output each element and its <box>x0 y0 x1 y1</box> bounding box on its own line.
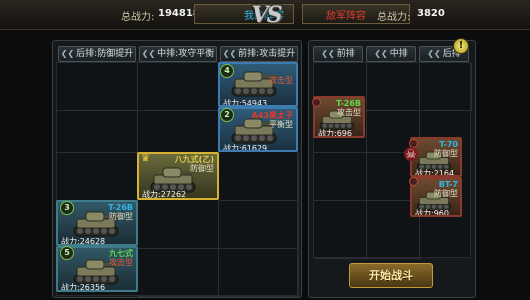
enemy-unit-power: 战力:2164 <box>415 169 455 177</box>
my-unit-power: 战力:24628 <box>61 237 106 246</box>
my-unit-role: 防御型 <box>190 164 214 173</box>
chevron-icon: ❮❮ <box>321 49 335 58</box>
my-unit-name: T-26B <box>108 203 133 212</box>
chevron-icon: ❮❮ <box>427 49 441 58</box>
crown-icon: ♛ <box>141 153 150 164</box>
enemy-marker-dot <box>312 98 321 107</box>
level-badge: 5 <box>60 246 74 260</box>
enemy-marker-dot <box>409 177 418 186</box>
enemy-unit-power: 战力:960 <box>415 209 449 217</box>
my-unit-role: 攻击型 <box>269 76 293 85</box>
enemy-total-power-value: 3820 <box>417 8 445 19</box>
my-total-power-label: 总战力: <box>121 12 155 23</box>
my-unit-role: 防御型 <box>109 212 133 221</box>
tab-front-row-label: 前排:攻击提升 <box>238 49 296 59</box>
tab-back-row-label: 后排:防御提升 <box>76 49 134 59</box>
skull-icon: ☠ <box>404 147 418 161</box>
chevron-icon: ❮❮ <box>222 49 237 58</box>
enemy-unit-power: 战力:696 <box>318 129 352 138</box>
enemy-unit-role: 防御型 <box>434 149 458 158</box>
level-badge: 4 <box>220 64 234 78</box>
level-badge: 2 <box>220 108 234 122</box>
enemy-unit-name: T-70 <box>439 140 458 149</box>
vs-emblem: VS <box>251 2 283 28</box>
tab-middle-row[interactable]: ❮❮ 中排:攻守平衡 <box>139 46 217 62</box>
enemy-team-label: 敌军阵容 <box>326 11 366 22</box>
enemy-unit-name: T-26B <box>336 99 361 108</box>
enemy-unit-role: 攻击型 <box>337 108 361 117</box>
my-unit-power: 战力:26356 <box>61 283 106 292</box>
tab-enemy-front-label: 前排 <box>336 49 355 59</box>
my-unit-power: 战力:54943 <box>223 99 268 107</box>
enemy-unit-role: 防御型 <box>434 189 458 198</box>
tab-enemy-middle[interactable]: ❮❮ 中排 <box>366 46 416 62</box>
tab-front-row[interactable]: ❮❮ 前排:攻击提升 <box>220 46 298 62</box>
tab-enemy-front[interactable]: ❮❮ 前排 <box>313 46 363 62</box>
enemy-total-power-label: 总战力: <box>377 12 411 23</box>
enemy-unit-name: BT-7 <box>438 180 458 189</box>
tab-middle-row-label: 中排:攻守平衡 <box>157 49 215 59</box>
my-unit-name: 八九式(乙) <box>174 155 214 164</box>
chevron-icon: ❮❮ <box>374 49 388 58</box>
my-unit-name: A43黑太子 <box>251 111 293 120</box>
my-unit-power: 战力:27262 <box>142 190 187 199</box>
start-battle-button[interactable]: 开始战斗 <box>349 263 433 288</box>
enemy-unit-card-3[interactable]: BT-7 防御型 战力:960 <box>410 177 462 217</box>
help-icon[interactable]: ! <box>453 38 469 54</box>
tab-enemy-middle-label: 中排 <box>389 49 408 59</box>
level-badge: 3 <box>60 201 74 215</box>
my-unit-role: 平衡型 <box>269 120 293 129</box>
tab-back-row[interactable]: ❮❮ 后排:防御提升 <box>58 46 136 62</box>
my-unit-power: 战力:61629 <box>223 144 268 152</box>
my-unit-name: 九七式 <box>109 249 133 258</box>
my-unit-role: 攻击型 <box>109 258 133 267</box>
chevron-icon: ❮❮ <box>60 49 75 58</box>
chevron-icon: ❮❮ <box>141 49 156 58</box>
